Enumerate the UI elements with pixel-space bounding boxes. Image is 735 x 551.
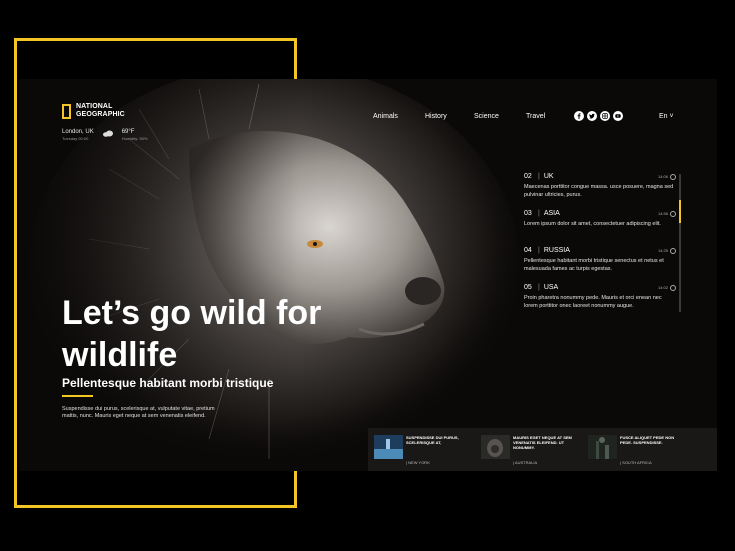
language-select[interactable]: En ˅ [659, 113, 674, 120]
hero-panel: NATIONAL GEOGRAPHIC London, UK Tuesday 0… [19, 79, 717, 471]
weather-date: Tuesday 00:00 [62, 136, 89, 141]
timeline-number: 04 [524, 247, 532, 254]
timeline-country: RUSSIA [543, 247, 570, 254]
cloud-icon [102, 130, 113, 137]
clock-icon [670, 284, 676, 291]
card-thumbnail [481, 435, 510, 459]
story-card[interactable]: FUSCE ALIQUET PEDE NON PEDE. SUSPENDISSE… [588, 428, 688, 471]
timeline-number: 05 [524, 284, 532, 291]
weather-city: London, UK [62, 129, 94, 135]
timeline-item[interactable]: 02 | UK 14:06 Maecenas porttitor congue … [524, 173, 676, 199]
youtube-icon[interactable] [613, 111, 623, 121]
timeline-country: ASIA [543, 210, 560, 217]
card-thumbnail [374, 435, 403, 459]
social-links [574, 111, 623, 121]
timeline-number: 02 [524, 173, 532, 180]
logo-line-2: GEOGRAPHIC [76, 111, 125, 118]
logo-line-1: NATIONAL [76, 103, 113, 110]
timeline-scrollbar[interactable] [679, 174, 681, 312]
logo-frame-icon [62, 103, 71, 119]
timeline-text: Lorem ipsum dolor sit amet, consectetuer… [524, 221, 661, 227]
weather-humidity: Humidity: 50% [121, 136, 148, 141]
card-title: FUSCE ALIQUET PEDE NON PEDE. SUSPENDISSE… [620, 435, 675, 445]
twitter-icon[interactable] [587, 111, 597, 121]
logo[interactable]: NATIONAL GEOGRAPHIC [62, 103, 125, 119]
instagram-icon[interactable] [600, 111, 610, 121]
timeline-country: USA [543, 284, 559, 291]
timeline-time: 14:06 [657, 174, 668, 179]
weather-temp: 69°F [121, 129, 135, 135]
story-cards: SUSPENDISSE DUI PURUS, SCELERISQUE AT, |… [368, 428, 717, 471]
timeline-time: 14:25 [657, 248, 668, 253]
timeline-text: Proin pharetra nonummy pede. Mauris et o… [524, 295, 662, 309]
timeline-item[interactable]: 05 | USA 14:02 Proin pharetra nonummy pe… [524, 284, 676, 310]
nav-science[interactable]: Science [474, 113, 499, 120]
card-location: | SOUTH AFRICA [620, 460, 652, 465]
timeline-time: 14:56 [657, 211, 668, 216]
timeline-time: 14:02 [657, 285, 668, 290]
hero-title: Let’s go wild for wildlife [62, 294, 322, 374]
nav-animals[interactable]: Animals [373, 113, 398, 120]
facebook-icon[interactable] [574, 111, 584, 121]
card-thumbnail [588, 435, 617, 459]
hero-subtitle: Pellentesque habitant morbi tristique [62, 376, 274, 390]
nav-travel[interactable]: Travel [526, 113, 545, 120]
weather-widget: London, UK Tuesday 00:00 69°F Humidity: … [62, 129, 148, 141]
nav-history[interactable]: History [425, 113, 447, 120]
card-location: | NEW YORK [406, 460, 430, 465]
timeline-number: 03 [524, 210, 532, 217]
timeline-text: Pellentesque habitant morbi tristique se… [524, 258, 664, 272]
timeline-item[interactable]: 03 | ASIA 14:56 Lorem ipsum dolor sit am… [524, 210, 676, 228]
accent-divider [62, 395, 93, 397]
timeline-country: UK [543, 173, 554, 180]
scrollbar-thumb[interactable] [679, 200, 681, 223]
clock-icon [670, 210, 676, 217]
clock-icon [670, 247, 676, 254]
story-card[interactable]: MAURIS EGET NEQUE AT SEM VENENATIS ELEIF… [481, 428, 581, 471]
clock-icon [670, 173, 676, 180]
card-title: SUSPENDISSE DUI PURUS, SCELERISQUE AT, [406, 435, 459, 445]
hero-description: Suspendisse dui purus, scelerisque at, v… [62, 406, 215, 419]
timeline-item[interactable]: 04 | RUSSIA 14:25 Pellentesque habitant … [524, 247, 676, 273]
card-title: MAURIS EGET NEQUE AT SEM VENENATIS ELEIF… [513, 435, 572, 450]
card-location: | AUSTRALIA [513, 460, 538, 465]
story-card[interactable]: SUSPENDISSE DUI PURUS, SCELERISQUE AT, |… [374, 428, 474, 471]
timeline-text: Maecenas porttitor congue massa. usce po… [524, 184, 674, 198]
